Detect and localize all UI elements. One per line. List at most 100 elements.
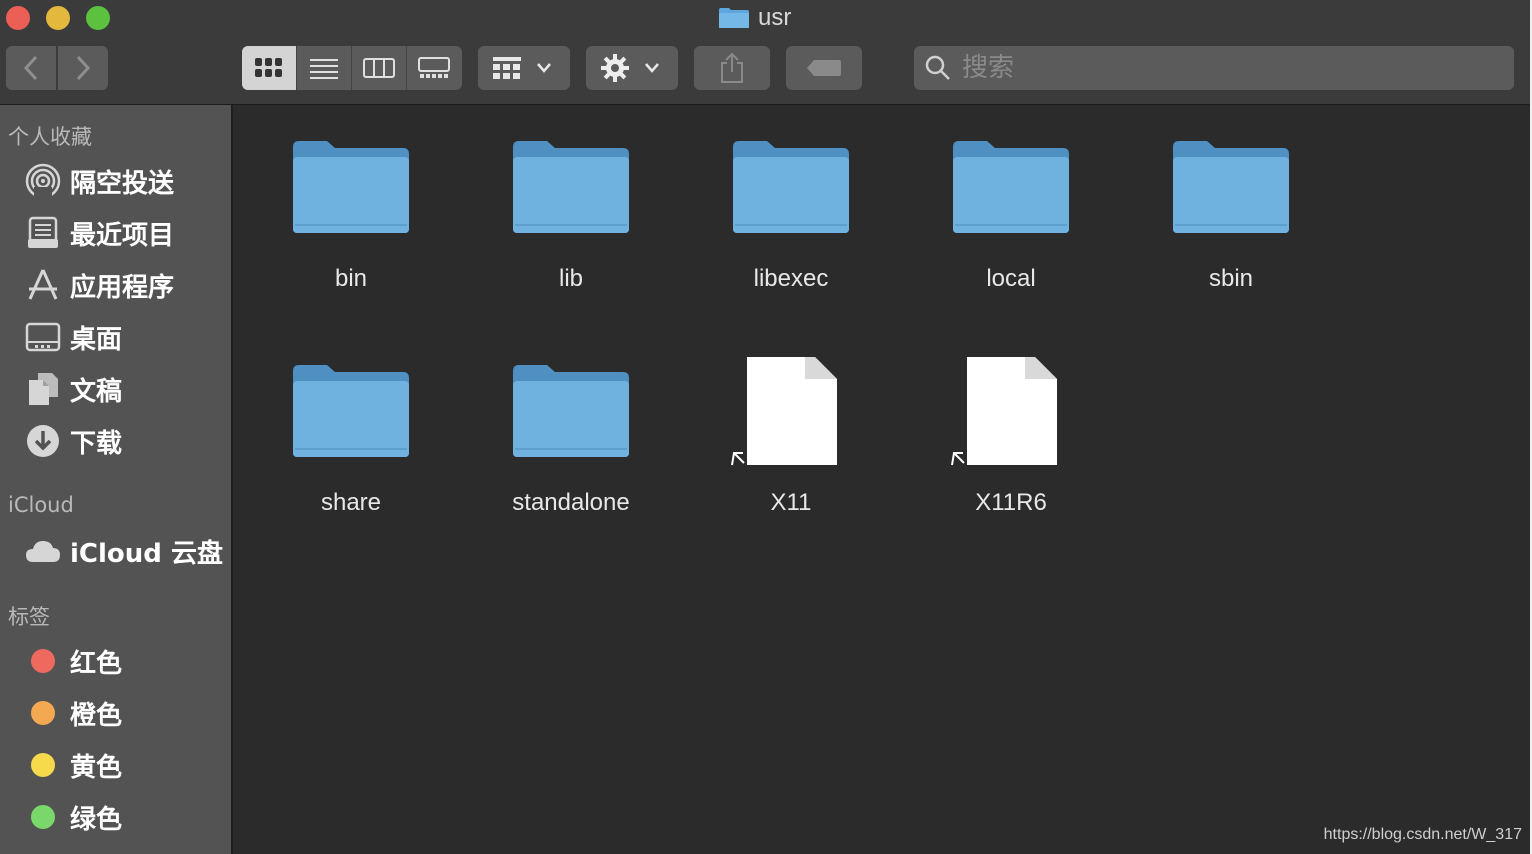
list-view-icon xyxy=(310,59,338,79)
gallery-view-button[interactable] xyxy=(407,46,461,90)
forward-button[interactable] xyxy=(58,46,108,90)
folder-item[interactable]: bin xyxy=(241,133,441,333)
folder-icon xyxy=(953,141,1069,233)
item-name: lib xyxy=(558,265,583,292)
item-name: local xyxy=(986,265,1036,292)
item-name: share xyxy=(320,489,382,516)
gallery-view-icon xyxy=(418,57,450,78)
sidebar-section-icloud: iCloud xyxy=(8,493,74,517)
downloads-icon xyxy=(24,422,62,460)
share-icon xyxy=(721,52,743,83)
search-field[interactable] xyxy=(914,46,1514,90)
sidebar-item-label: 桌面 xyxy=(70,324,123,355)
folder-icon xyxy=(293,365,409,457)
chevron-down-icon xyxy=(537,63,551,73)
sidebar-item-label: 黄色 xyxy=(70,752,123,783)
search-icon xyxy=(925,55,950,80)
sidebar-item-icloud-drive[interactable]: iCloud 云盘 xyxy=(24,531,223,571)
sidebar-item-label: 文稿 xyxy=(70,376,123,407)
folder-icon xyxy=(513,141,629,233)
desktop-icon xyxy=(24,318,62,356)
tag-color-orange xyxy=(31,701,55,725)
tag-color-red xyxy=(31,649,55,673)
group-grid-icon xyxy=(493,57,521,79)
folder-icon xyxy=(719,8,749,28)
icloud-icon xyxy=(24,532,62,570)
sidebar-item-airdrop[interactable]: 隔空投送 xyxy=(24,161,174,201)
finder-window: usr 搜索 个人收藏 隔空投送 最近项目 应用程序 桌面 文稿 下载 iClo… xyxy=(0,0,1532,854)
tag-dot-icon xyxy=(24,694,62,732)
applications-icon xyxy=(24,266,62,304)
sidebar-item-label: iCloud 云盘 xyxy=(70,538,223,569)
tag-button[interactable] xyxy=(786,46,862,90)
sidebar-item-tag-red[interactable]: 红色 xyxy=(24,641,122,681)
zoom-button[interactable] xyxy=(86,6,110,30)
column-view-button[interactable] xyxy=(352,46,407,90)
icon-view-icon xyxy=(255,58,282,77)
sidebar-item-tag-orange[interactable]: 橙色 xyxy=(24,693,122,733)
group-by-button[interactable] xyxy=(478,46,570,90)
sidebar-section-favorites: 个人收藏 xyxy=(8,125,92,149)
sidebar-item-label: 最近项目 xyxy=(70,220,175,251)
action-menu-button[interactable] xyxy=(586,46,678,90)
file-browser: bin lib libexec local sbin share standal… xyxy=(233,105,1530,854)
item-name: libexec xyxy=(753,265,829,292)
folder-item[interactable]: standalone xyxy=(461,357,661,557)
sidebar-item-label: 橙色 xyxy=(70,700,123,731)
recents-icon xyxy=(24,214,62,252)
view-mode-control xyxy=(242,46,462,90)
tag-dot-icon xyxy=(24,746,62,784)
window-title: usr xyxy=(718,4,791,32)
tag-color-yellow xyxy=(31,753,55,777)
back-button[interactable] xyxy=(6,46,56,90)
sidebar-section-tags: 标签 xyxy=(8,605,50,629)
icon-view-button[interactable] xyxy=(242,46,297,90)
sidebar-item-label: 绿色 xyxy=(70,804,123,835)
search-input[interactable] xyxy=(960,52,1514,84)
folder-icon xyxy=(513,365,629,457)
folder-item[interactable]: sbin xyxy=(1121,133,1321,333)
alias-item[interactable]: X11R6 xyxy=(901,357,1101,557)
sidebar-item-tag-green[interactable]: 绿色 xyxy=(24,797,122,837)
sidebar-item-label: 红色 xyxy=(70,648,123,679)
chevron-down-icon xyxy=(645,63,659,73)
document-alias-icon xyxy=(951,357,1057,467)
airdrop-icon xyxy=(24,162,62,200)
sidebar-item-recents[interactable]: 最近项目 xyxy=(24,213,174,253)
folder-item[interactable]: libexec xyxy=(681,133,881,333)
sidebar-item-label: 应用程序 xyxy=(70,272,175,303)
sidebar-item-applications[interactable]: 应用程序 xyxy=(24,265,174,305)
folder-item[interactable]: share xyxy=(241,357,441,557)
chevron-right-icon xyxy=(76,55,91,81)
minimize-button[interactable] xyxy=(46,6,70,30)
folder-icon xyxy=(293,141,409,233)
chevron-left-icon xyxy=(23,55,38,81)
sidebar-item-documents[interactable]: 文稿 xyxy=(24,369,122,409)
tag-color-green xyxy=(31,805,55,829)
sidebar-item-tag-yellow[interactable]: 黄色 xyxy=(24,745,122,785)
tag-dot-icon xyxy=(24,642,62,680)
item-name: bin xyxy=(334,265,368,292)
sidebar-item-label: 下载 xyxy=(70,428,123,459)
sidebar: 个人收藏 隔空投送 最近项目 应用程序 桌面 文稿 下载 iCloud iClo… xyxy=(0,105,233,854)
folder-icon xyxy=(733,141,849,233)
gear-icon xyxy=(601,54,629,82)
share-button[interactable] xyxy=(694,46,770,90)
tag-dot-icon xyxy=(24,798,62,836)
folder-item[interactable]: lib xyxy=(461,133,661,333)
window-title-text: usr xyxy=(758,4,792,31)
column-view-icon xyxy=(363,58,395,78)
sidebar-item-desktop[interactable]: 桌面 xyxy=(24,317,122,357)
item-name: standalone xyxy=(512,489,630,516)
documents-icon xyxy=(24,370,62,408)
list-view-button[interactable] xyxy=(297,46,352,90)
folder-item[interactable]: local xyxy=(901,133,1101,333)
alias-item[interactable]: X11 xyxy=(681,357,881,557)
tag-icon xyxy=(807,60,841,76)
item-name: sbin xyxy=(1208,265,1254,292)
item-name: X11 xyxy=(770,489,812,516)
close-button[interactable] xyxy=(6,6,30,30)
sidebar-item-downloads[interactable]: 下载 xyxy=(24,421,122,461)
document-alias-icon xyxy=(731,357,837,467)
watermark-text: https://blog.csdn.net/W_317 xyxy=(1323,826,1522,843)
